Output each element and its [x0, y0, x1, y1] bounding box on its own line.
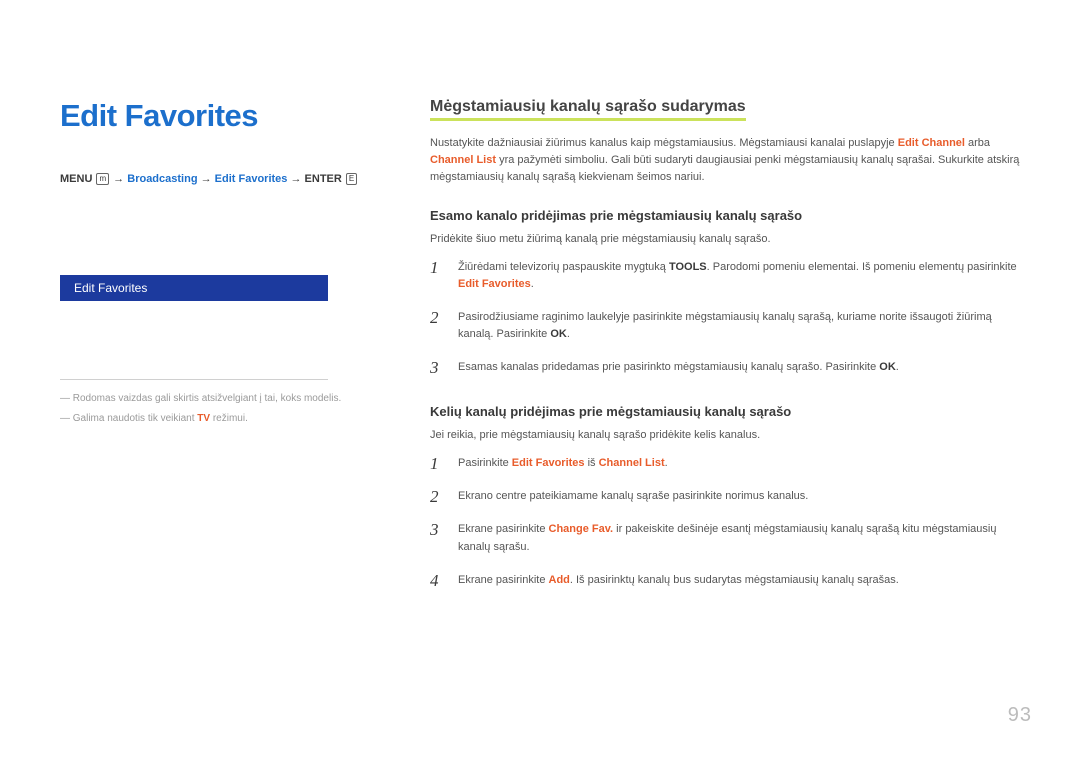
sub2-intro: Jei reikia, prie mėgstamiausių kanalų są…	[430, 429, 1022, 441]
breadcrumb-seg1: Broadcasting	[127, 173, 197, 185]
step-text: Ekrane pasirinkite Change Fav. ir pakeis…	[458, 521, 1022, 555]
page-title: Edit Favorites	[60, 98, 382, 134]
footnote-2: ― Galima naudotis tik veikiant TV režimu…	[60, 410, 382, 428]
step-text: Ekrano centre pateikiamame kanalų sąraše…	[458, 488, 808, 505]
step-number: 3	[430, 521, 446, 555]
footnote-2-post: režimui.	[210, 413, 248, 424]
sub2-step-4: 4 Ekrane pasirinkite Add. Iš pasirinktų …	[430, 572, 1022, 589]
step-text: Žiūrėdami televizorių paspauskite mygtuk…	[458, 259, 1022, 293]
sub1-step-3: 3 Esamas kanalas pridedamas prie pasirin…	[430, 359, 1022, 376]
section-title-wrap: Mėgstamiausių kanalų sąrašo sudarymas	[430, 98, 1022, 135]
sub2-step-2: 2 Ekrano centre pateikiamame kanalų sąra…	[430, 488, 1022, 505]
sub2-heading: Kelių kanalų pridėjimas prie mėgstamiaus…	[430, 404, 1022, 419]
intro-mid: arba	[965, 137, 990, 149]
footnote-2-hl: TV	[197, 413, 210, 424]
step-number: 1	[430, 455, 446, 472]
left-column: Edit Favorites MENU m → Broadcasting → E…	[60, 98, 382, 617]
intro-hl2: Channel List	[430, 154, 496, 166]
intro-hl1: Edit Channel	[898, 137, 965, 149]
footnotes: ― Rodomas vaizdas gali skirtis atsižvelg…	[60, 390, 382, 428]
step-number: 3	[430, 359, 446, 376]
step-text: Esamas kanalas pridedamas prie pasirinkt…	[458, 359, 899, 376]
breadcrumb-seg2: Edit Favorites	[215, 173, 288, 185]
intro-text: Nustatykite dažniausiai žiūrimus kanalus…	[430, 135, 1022, 186]
step-text: Pasirodžiusiame raginimo laukelyje pasir…	[458, 309, 1022, 343]
breadcrumb-enter: ENTER	[305, 173, 342, 185]
page-root: Edit Favorites MENU m → Broadcasting → E…	[0, 0, 1080, 617]
sub2-step-1: 1 Pasirinkite Edit Favorites iš Channel …	[430, 455, 1022, 472]
breadcrumb-menu: MENU	[60, 173, 92, 185]
footnote-1: ― Rodomas vaizdas gali skirtis atsižvelg…	[60, 390, 382, 408]
step-number: 1	[430, 259, 446, 293]
divider	[60, 379, 328, 380]
enter-icon: E	[346, 173, 357, 185]
sub1-step-1: 1 Žiūrėdami televizorių paspauskite mygt…	[430, 259, 1022, 293]
step-text: Pasirinkite Edit Favorites iš Channel Li…	[458, 455, 668, 472]
sub1-heading: Esamo kanalo pridėjimas prie mėgstamiaus…	[430, 208, 1022, 223]
sub1-steps: 1 Žiūrėdami televizorių paspauskite mygt…	[430, 259, 1022, 376]
sub1-intro: Pridėkite šiuo metu žiūrimą kanalą prie …	[430, 233, 1022, 245]
step-number: 2	[430, 309, 446, 343]
footnote-2-pre: ― Galima naudotis tik veikiant	[60, 413, 197, 424]
step-number: 2	[430, 488, 446, 505]
menu-item-edit-favorites[interactable]: Edit Favorites	[60, 275, 328, 301]
intro-pre: Nustatykite dažniausiai žiūrimus kanalus…	[430, 137, 898, 149]
sub1-step-2: 2 Pasirodžiusiame raginimo laukelyje pas…	[430, 309, 1022, 343]
step-number: 4	[430, 572, 446, 589]
right-column: Mėgstamiausių kanalų sąrašo sudarymas Nu…	[430, 98, 1032, 617]
intro-post: yra pažymėti simboliu. Gali būti sudaryt…	[430, 154, 1019, 183]
section-title: Mėgstamiausių kanalų sąrašo sudarymas	[430, 98, 746, 121]
page-number: 93	[1008, 704, 1032, 727]
breadcrumb: MENU m → Broadcasting → Edit Favorites →…	[60, 172, 382, 187]
sub2-steps: 1 Pasirinkite Edit Favorites iš Channel …	[430, 455, 1022, 588]
sub2-step-3: 3 Ekrane pasirinkite Change Fav. ir pake…	[430, 521, 1022, 555]
menu-icon: m	[96, 173, 109, 185]
step-text: Ekrane pasirinkite Add. Iš pasirinktų ka…	[458, 572, 899, 589]
